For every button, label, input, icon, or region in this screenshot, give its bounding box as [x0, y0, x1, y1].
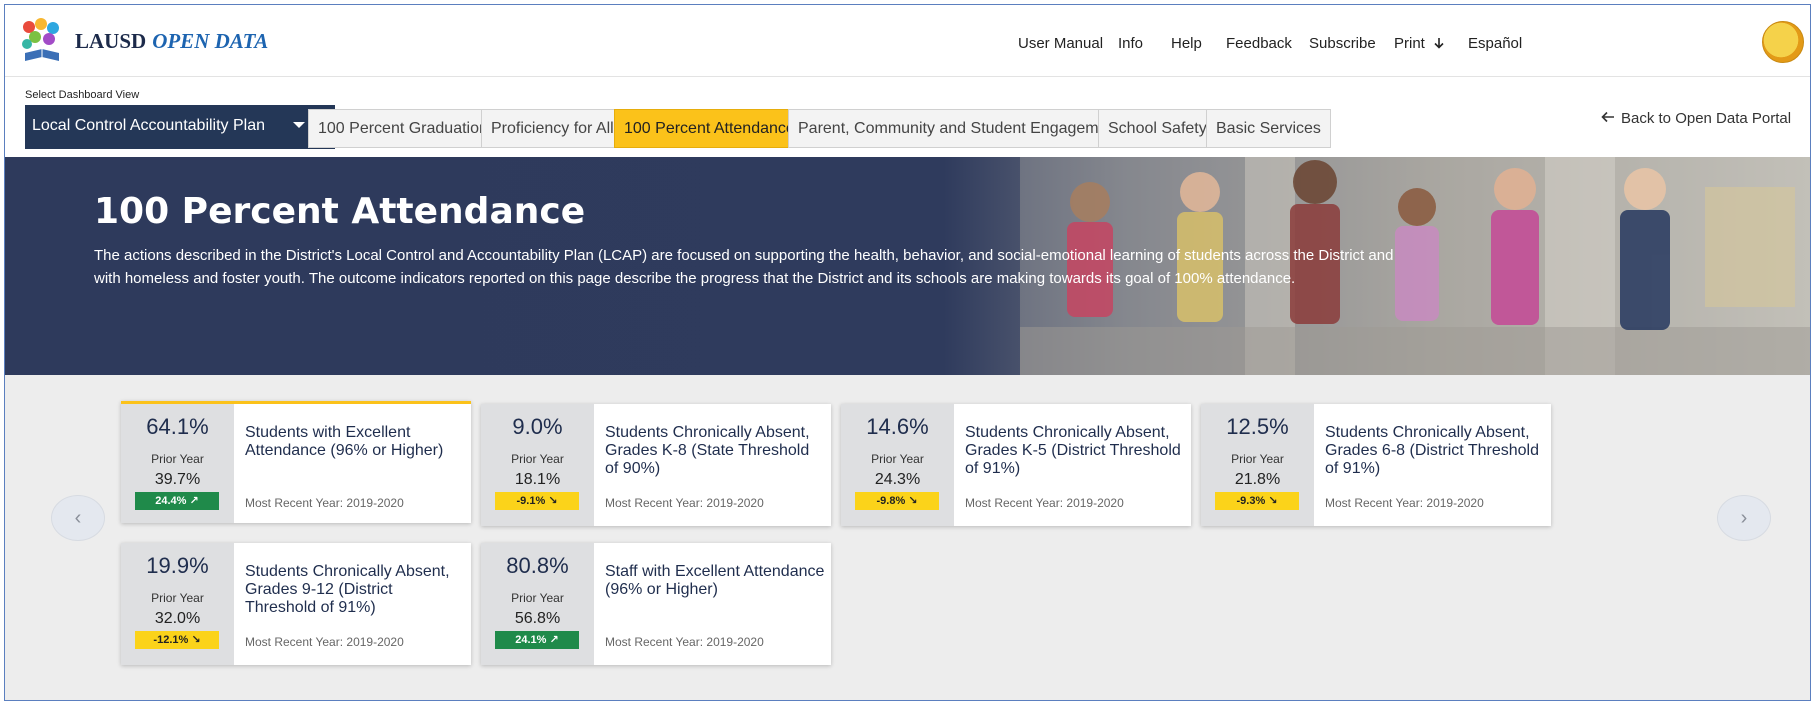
- page-frame: LAUSD OPEN DATA User Manual Info Help Fee…: [4, 4, 1811, 701]
- card-value: 9.0%: [512, 414, 563, 439]
- card-recent-year: Most Recent Year: 2019-2020: [245, 635, 404, 649]
- change-value: -9.8%: [876, 495, 906, 507]
- nav-user-manual[interactable]: User Manual: [1018, 35, 1103, 52]
- card-prior-value: 21.8%: [1234, 471, 1281, 488]
- carousel-prev-button[interactable]: ‹: [51, 495, 105, 541]
- card-title: Students Chronically Absent, Grades K-5 …: [965, 424, 1181, 477]
- change-badge: 24.1% ↗: [495, 631, 579, 649]
- card-stats-panel: 9.0% Prior Year 18.1% -9.1% ↘: [481, 404, 594, 526]
- change-badge: -9.3% ↘: [1215, 492, 1299, 510]
- change-badge: 24.4% ↗: [135, 492, 219, 510]
- card-recent-year: Most Recent Year: 2019-2020: [965, 496, 1124, 510]
- card-prior-label: Prior Year: [511, 591, 564, 605]
- chevron-left-icon: ‹: [74, 507, 82, 529]
- trend-down-icon: ↘: [1268, 495, 1278, 507]
- change-value: -9.1%: [516, 495, 546, 507]
- nav-print[interactable]: Print: [1394, 35, 1445, 52]
- nav-espanol[interactable]: Español: [1468, 35, 1522, 52]
- card-prior-value: 18.1%: [514, 471, 561, 488]
- top-navbar: LAUSD OPEN DATA User Manual Info Help Fee…: [5, 5, 1810, 77]
- hero-title: 100 Percent Attendance: [94, 191, 586, 232]
- card-title: Students Chronically Absent, Grades 9-12…: [245, 563, 450, 616]
- card-prior-label: Prior Year: [1231, 452, 1284, 466]
- chevron-right-icon: ›: [1740, 507, 1748, 529]
- card-stats-panel: 14.6% Prior Year 24.3% -9.8% ↘: [841, 404, 954, 526]
- card-prior-value: 32.0%: [154, 610, 201, 627]
- hero-banner: 100 Percent Attendance The actions descr…: [5, 157, 1810, 375]
- back-to-portal-link[interactable]: Back to Open Data Portal: [1601, 110, 1791, 127]
- hero-description: The actions described in the District's …: [94, 247, 1394, 287]
- indicator-card[interactable]: 12.5% Prior Year 21.8% -9.3% ↘ Students …: [1201, 404, 1551, 526]
- card-value: 19.9%: [146, 553, 209, 578]
- lausd-logo-icon[interactable]: [19, 17, 65, 65]
- card-prior-label: Prior Year: [511, 452, 564, 466]
- card-title: Students with Excellent Attendance (96% …: [245, 424, 444, 459]
- card-recent-year: Most Recent Year: 2019-2020: [245, 496, 404, 510]
- trend-down-icon: ↘: [908, 495, 918, 507]
- dashboard-view-value: Local Control Accountability Plan: [32, 117, 266, 134]
- card-value: 14.6%: [866, 414, 929, 439]
- nav-feedback[interactable]: Feedback: [1226, 35, 1292, 52]
- nav-subscribe[interactable]: Subscribe: [1309, 35, 1376, 52]
- arrow-left-icon: [1601, 111, 1614, 123]
- card-stats-panel: 64.1% Prior Year 39.7% 24.4% ↗: [121, 404, 234, 523]
- back-link-label: Back to Open Data Portal: [1621, 110, 1792, 127]
- card-stats-panel: 19.9% Prior Year 32.0% -12.1% ↘: [121, 543, 234, 665]
- tab-100-percent-attendance[interactable]: 100 Percent Attendance: [614, 109, 805, 148]
- card-recent-year: Most Recent Year: 2019-2020: [1325, 496, 1484, 510]
- trend-up-icon: ↗: [189, 495, 199, 507]
- tab-school-safety[interactable]: School Safety: [1098, 109, 1217, 148]
- brand-title[interactable]: LAUSD OPEN DATA: [75, 29, 268, 54]
- tab-100-percent-graduation[interactable]: 100 Percent Graduation: [308, 109, 498, 148]
- nav-info[interactable]: Info: [1118, 35, 1143, 52]
- dashboard-view-dropdown[interactable]: Local Control Accountability Plan: [25, 105, 335, 149]
- carousel-next-button[interactable]: ›: [1717, 495, 1771, 541]
- card-prior-value: 39.7%: [154, 471, 201, 488]
- trend-up-icon: ↗: [549, 634, 559, 646]
- brand-main: LAUSD: [75, 29, 147, 53]
- change-value: 24.4%: [155, 495, 187, 507]
- card-title: Staff with Excellent Attendance (96% or …: [605, 563, 825, 598]
- tab-proficiency-for-all[interactable]: Proficiency for All: [481, 109, 624, 148]
- brand-accent: OPEN DATA: [152, 29, 269, 53]
- tab-parent-community-engagement[interactable]: Parent, Community and Student Engagement: [788, 109, 1131, 148]
- change-value: -9.3%: [1236, 495, 1266, 507]
- card-stats-panel: 80.8% Prior Year 56.8% 24.1% ↗: [481, 543, 594, 665]
- nav-help[interactable]: Help: [1171, 35, 1202, 52]
- card-prior-label: Prior Year: [151, 452, 204, 466]
- card-value: 80.8%: [506, 553, 569, 578]
- nav-print-label: Print: [1394, 35, 1425, 52]
- caret-down-icon: [293, 122, 305, 128]
- trend-down-icon: ↘: [548, 495, 558, 507]
- change-badge: -9.1% ↘: [495, 492, 579, 510]
- down-arrow-icon: [1434, 38, 1444, 49]
- indicator-card[interactable]: 80.8% Prior Year 56.8% 24.1% ↗ Staff wit…: [481, 543, 831, 665]
- dashboard-view-label: Select Dashboard View: [25, 89, 140, 101]
- card-prior-value: 24.3%: [874, 471, 921, 488]
- trend-down-icon: ↘: [191, 634, 201, 646]
- change-badge: -12.1% ↘: [135, 631, 219, 649]
- indicator-card[interactable]: 64.1% Prior Year 39.7% 24.4% ↗ Students …: [121, 401, 471, 523]
- change-badge: -9.8% ↘: [855, 492, 939, 510]
- indicator-card[interactable]: 9.0% Prior Year 18.1% -9.1% ↘ Students C…: [481, 404, 831, 526]
- card-prior-value: 56.8%: [514, 610, 561, 627]
- indicator-cards-area: ‹ › 64.1% Prior Year 39.7% 24.4% ↗ Stude…: [5, 375, 1810, 700]
- card-prior-label: Prior Year: [151, 591, 204, 605]
- change-value: -12.1%: [153, 634, 189, 646]
- indicator-card[interactable]: 14.6% Prior Year 24.3% -9.8% ↘ Students …: [841, 404, 1191, 526]
- card-prior-label: Prior Year: [871, 452, 924, 466]
- card-recent-year: Most Recent Year: 2019-2020: [605, 635, 764, 649]
- card-recent-year: Most Recent Year: 2019-2020: [605, 496, 764, 510]
- tab-basic-services[interactable]: Basic Services: [1206, 109, 1331, 148]
- indicator-card[interactable]: 19.9% Prior Year 32.0% -12.1% ↘ Students…: [121, 543, 471, 665]
- card-value: 12.5%: [1226, 414, 1289, 439]
- card-title: Students Chronically Absent, Grades K-8 …: [605, 424, 810, 477]
- card-stats-panel: 12.5% Prior Year 21.8% -9.3% ↘: [1201, 404, 1314, 526]
- card-value: 64.1%: [146, 414, 209, 439]
- change-value: 24.1%: [515, 634, 547, 646]
- district-seal-avatar[interactable]: [1762, 21, 1804, 63]
- card-title: Students Chronically Absent, Grades 6-8 …: [1325, 424, 1539, 477]
